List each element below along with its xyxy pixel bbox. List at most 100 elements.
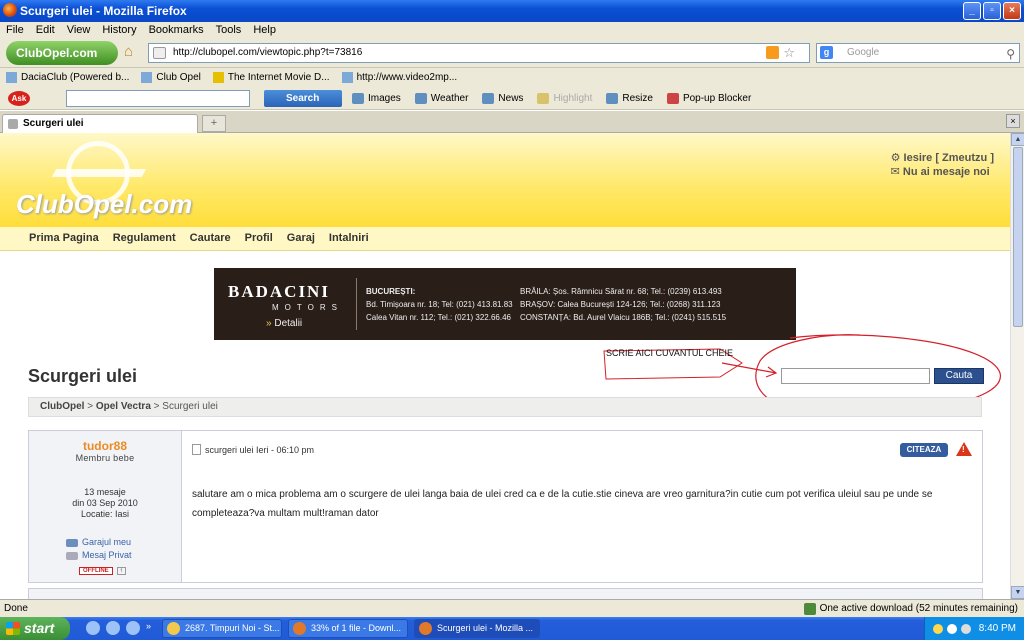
quote-button[interactable]: CITEAZA (900, 443, 948, 457)
bookmark-item[interactable]: http://www.video2mp... (341, 68, 457, 88)
scroll-down-arrow[interactable]: ▼ (1011, 586, 1024, 599)
close-button[interactable]: × (1003, 2, 1021, 20)
firefox-window: Scurgeri ulei - Mozilla Firefox _ ▫ × Fi… (0, 0, 1024, 640)
system-tray: 8:40 PM (924, 617, 1024, 640)
quicklaunch-icon[interactable] (126, 621, 140, 635)
ask-popup-blocker-button[interactable]: Pop-up Blocker (666, 88, 751, 110)
quicklaunch-icon[interactable] (86, 621, 100, 635)
taskbar-item-downloads[interactable]: 33% of 1 file - Downl... (288, 619, 408, 638)
search-bar[interactable]: g Google ⚲ (816, 43, 1020, 63)
home-icon[interactable]: ⌂ (124, 43, 133, 60)
red-annotation (603, 334, 1001, 415)
car-icon (66, 538, 78, 547)
vertical-scrollbar[interactable]: ▲ ▼ (1010, 133, 1024, 599)
quicklaunch-more-icon[interactable]: » (146, 621, 151, 635)
tab-strip: Scurgeri ulei + × (0, 111, 1024, 133)
minimize-button[interactable]: _ (963, 2, 981, 20)
menu-history[interactable]: History (102, 22, 136, 38)
firefox-icon (419, 622, 432, 635)
quick-launch: » (86, 621, 151, 635)
garage-link[interactable]: Garajul meu (66, 536, 132, 549)
resize-icon (606, 92, 619, 104)
breadcrumb-current[interactable]: Scurgeri ulei (162, 401, 218, 412)
bookmark-icon (141, 71, 153, 83)
google-icon[interactable]: g (820, 46, 833, 59)
windows-logo-icon (6, 622, 20, 635)
close-tab-button[interactable]: × (1006, 114, 1020, 128)
search-button[interactable]: Cauta (934, 368, 984, 384)
rss-icon[interactable] (766, 46, 779, 59)
search-placeholder: Google (847, 47, 880, 58)
scroll-thumb[interactable] (1013, 147, 1023, 327)
menu-edit[interactable]: Edit (36, 22, 55, 38)
breadcrumb: ClubOpel > Opel Vectra > Scurgeri ulei (28, 397, 982, 417)
offline-badge: OFFLINE (79, 567, 113, 575)
keyword-search-input[interactable] (781, 368, 930, 384)
post-author[interactable]: tudor88 (29, 439, 181, 453)
imdb-icon (212, 71, 224, 83)
ask-highlight-button[interactable]: Highlight (537, 88, 592, 110)
post-body: salutare am o mica problema am o scurger… (192, 489, 933, 519)
ask-logo[interactable]: Ask (8, 91, 30, 106)
post-title-date: scurgeri ulei Ieri - 06:10 pm (205, 444, 315, 455)
bookmark-item[interactable]: DaciaClub (Powered b... (6, 68, 129, 88)
page-title: Scurgeri ulei (28, 366, 138, 386)
tray-icon[interactable] (947, 623, 957, 634)
tray-icon[interactable] (933, 623, 943, 634)
maximize-button[interactable]: ▫ (983, 2, 1001, 20)
back-forward-button[interactable]: ClubOpel.com (6, 41, 118, 65)
post-header: scurgeri ulei Ieri - 06:10 pm (192, 444, 314, 455)
taskbar-item-firefox[interactable]: Scurgeri ulei - Mozilla ... (414, 619, 540, 638)
tab-scurgeri-ulei[interactable]: Scurgeri ulei (2, 114, 198, 133)
navigation-toolbar: ClubOpel.com ⌂ http://clubopel.com/viewt… (0, 38, 1024, 68)
ask-resize-button[interactable]: Resize (606, 88, 653, 110)
bookmark-star-icon[interactable]: ☆ (783, 44, 795, 62)
images-icon (352, 92, 364, 104)
ask-search-button[interactable]: Search (264, 90, 342, 107)
url-text[interactable]: http://clubopel.com/viewtopic.php?t=7381… (173, 47, 362, 58)
start-button[interactable]: start (0, 617, 70, 640)
breadcrumb-clubopel[interactable]: ClubOpel (40, 401, 84, 412)
author-stats: 13 mesaje din 03 Sep 2010 Locatie: Iasi (72, 487, 138, 519)
bookmark-item[interactable]: Club Opel (141, 68, 201, 88)
taskbar-item-timpuri-noi[interactable]: 2687. Timpuri Noi - St... (162, 619, 282, 638)
report-warning-icon[interactable]: ! (956, 442, 972, 456)
download-status[interactable]: One active download (52 minutes remainin… (803, 600, 1018, 617)
highlight-icon (537, 92, 550, 104)
ask-search-input[interactable] (66, 90, 250, 107)
firefox-icon (293, 622, 306, 635)
site-identity-icon[interactable] (153, 47, 166, 59)
firefox-icon (3, 3, 17, 17)
menu-view[interactable]: View (67, 22, 91, 38)
ask-news-button[interactable]: News (482, 88, 523, 110)
post-icon (192, 444, 201, 455)
new-tab-button[interactable]: + (202, 115, 226, 132)
bookmark-item[interactable]: The Internet Movie D... (212, 68, 330, 88)
menu-tools[interactable]: Tools (216, 22, 242, 38)
quicklaunch-icon[interactable] (106, 621, 120, 635)
weather-icon (414, 92, 427, 104)
breadcrumb-opel-vectra[interactable]: Opel Vectra (96, 401, 151, 412)
menu-help[interactable]: Help (253, 22, 276, 38)
ask-images-button[interactable]: Images (352, 88, 401, 110)
window-title: Scurgeri ulei - Mozilla Firefox (20, 4, 187, 18)
status-bar: Done One active download (52 minutes rem… (0, 599, 1024, 617)
bookmark-icon (6, 71, 17, 83)
volume-icon[interactable] (961, 623, 971, 634)
address-bar[interactable]: http://clubopel.com/viewtopic.php?t=7381… (148, 43, 810, 63)
status-text: Done (4, 603, 28, 614)
menu-bookmarks[interactable]: Bookmarks (149, 22, 204, 38)
clock: 8:40 PM (978, 623, 1016, 634)
menu-bar: File Edit View History Bookmarks Tools H… (0, 22, 1024, 38)
forum-post: tudor88 Membru bebe 13 mesaje din 03 Sep… (28, 430, 983, 583)
scroll-up-arrow[interactable]: ▲ (1011, 133, 1024, 146)
ask-weather-button[interactable]: Weather (414, 88, 468, 110)
next-post (28, 588, 983, 599)
annotation-label: SCRIE AICI CUVANTUL CHEIE (606, 348, 734, 358)
private-message-link[interactable]: Mesaj Privat (66, 549, 132, 562)
search-icon[interactable]: ⚲ (1006, 45, 1015, 63)
back-to-top-button[interactable]: ↑ (116, 567, 126, 575)
envelope-icon (66, 551, 78, 560)
favicon-icon (8, 119, 18, 129)
menu-file[interactable]: File (6, 22, 24, 38)
